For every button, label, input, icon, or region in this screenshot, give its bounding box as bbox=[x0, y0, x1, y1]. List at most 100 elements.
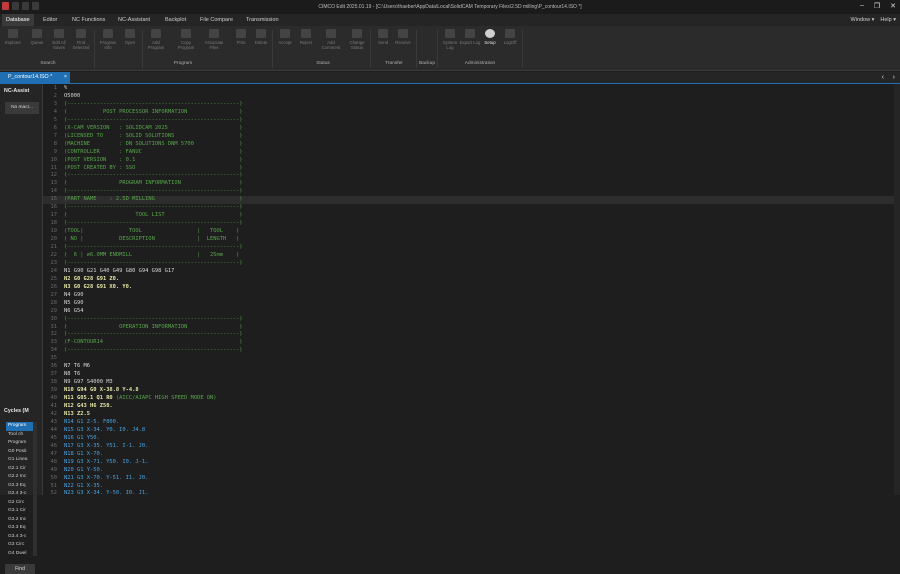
code-line[interactable]: 25 N2 G0 G28 G91 Z0. bbox=[43, 276, 900, 284]
code-line[interactable]: 52 N23 G3 X-34. Y-50. I0. J1. bbox=[43, 490, 900, 495]
cycle-item[interactable]: G2.4 3-c bbox=[6, 490, 36, 499]
add-program-button[interactable]: Add Program bbox=[145, 29, 167, 50]
window-menu[interactable]: Window ▾ bbox=[851, 14, 875, 26]
cycle-item[interactable]: G3.3 Eq bbox=[6, 524, 36, 533]
cycles-scrollbar[interactable] bbox=[33, 422, 37, 556]
code-line[interactable]: 50 N21 G3 X-70. Y-51. I1. J0. bbox=[43, 475, 900, 483]
code-line[interactable]: 18 (-------------------------------------… bbox=[43, 220, 900, 228]
explorer-button[interactable]: Explorer bbox=[2, 29, 24, 45]
code-line[interactable]: 22 ( 6 | ⌀6.0MM ENDMILL | 25mm ) bbox=[43, 252, 900, 260]
code-line[interactable]: 24 N1 G90 G21 G40 G49 G80 G94 G98 G17 bbox=[43, 268, 900, 276]
code-line[interactable]: 49 N20 G1 Y-50. bbox=[43, 467, 900, 475]
tab-editor[interactable]: Editor bbox=[39, 14, 61, 26]
copy-program-button[interactable]: Copy Program bbox=[175, 29, 197, 50]
code-line[interactable]: 41 N12 G43 H6 Z50. bbox=[43, 403, 900, 411]
code-line[interactable]: 5 (--------------------------------------… bbox=[43, 117, 900, 125]
associate-files-button[interactable]: Associate Files bbox=[203, 29, 225, 50]
code-line[interactable]: 19 (TOOL| TOOL | TOOL ) bbox=[43, 228, 900, 236]
cycle-item[interactable]: G0 Posit bbox=[6, 448, 36, 457]
cycle-item[interactable]: G2.2 Inc bbox=[6, 473, 36, 482]
cycle-item[interactable]: G3 Circ bbox=[6, 541, 36, 550]
code-line[interactable]: 15 (PART NAME : 2.5D MILLING ) bbox=[43, 196, 900, 205]
tab-database[interactable]: Database bbox=[2, 14, 34, 26]
code-line[interactable]: 51 N22 G1 X-35. bbox=[43, 483, 900, 491]
close-tab-icon[interactable]: × bbox=[64, 72, 67, 83]
delete-button[interactable]: Delete bbox=[250, 29, 272, 45]
code-editor[interactable]: 1% 2 O5000 3 (------------------------------… bbox=[43, 84, 900, 495]
scroll-left-icon[interactable]: ‹ bbox=[882, 72, 884, 83]
code-line[interactable]: 30 (-------------------------------------… bbox=[43, 316, 900, 324]
code-line[interactable]: 45 N16 G1 Y50. bbox=[43, 435, 900, 443]
cycle-item[interactable]: G2.1 Cir bbox=[6, 465, 36, 474]
code-line[interactable]: 9 (CONTROLLER : FANUC ) bbox=[43, 149, 900, 157]
code-line[interactable]: 10 (POST VERSION : 0.1 ) bbox=[43, 157, 900, 165]
queue-button[interactable]: Queue bbox=[26, 29, 48, 45]
accept-button[interactable]: Accept bbox=[274, 29, 296, 45]
code-line[interactable]: 16 (-------------------------------------… bbox=[43, 204, 900, 212]
tab-transmission[interactable]: Transmission bbox=[242, 14, 283, 26]
code-line[interactable]: 2 O5000 bbox=[43, 93, 900, 101]
tab-backplot[interactable]: Backplot bbox=[161, 14, 190, 26]
setup-button[interactable]: Setup bbox=[479, 29, 501, 45]
send-button[interactable]: Send bbox=[372, 29, 394, 45]
code-line[interactable]: 35 bbox=[43, 355, 900, 363]
code-line[interactable]: 27 N4 G90 bbox=[43, 292, 900, 300]
cycle-item[interactable]: G3.2 Inc bbox=[6, 516, 36, 525]
code-line[interactable]: 28 N5 G90 bbox=[43, 300, 900, 308]
add-comment-button[interactable]: Add Comment bbox=[320, 29, 342, 50]
system-log-button[interactable]: System Log bbox=[439, 29, 461, 50]
code-line[interactable]: 36 N7 T6 M6 bbox=[43, 363, 900, 371]
cycle-item[interactable]: G4 Dwel bbox=[6, 550, 36, 559]
code-line[interactable]: 33 (F-CONTOUR14 ) bbox=[43, 339, 900, 347]
cycle-item[interactable]: G3.4 3-c bbox=[6, 533, 36, 542]
code-line[interactable]: 17 ( TOOL LIST ) bbox=[43, 212, 900, 220]
code-line[interactable]: 21 (-------------------------------------… bbox=[43, 244, 900, 252]
code-line[interactable]: 6 (X-CAM VERSION : SOLIDCAM 2025 ) bbox=[43, 125, 900, 133]
code-line[interactable]: 48 N19 G3 X-71. Y50. I0. J-1. bbox=[43, 459, 900, 467]
code-line[interactable]: 38 N9 G97 S4000 M3 bbox=[43, 379, 900, 387]
close-button[interactable]: ✕ bbox=[890, 2, 896, 10]
code-line[interactable]: 26 N3 G0 G28 G91 X0. Y0. bbox=[43, 284, 900, 292]
find-button[interactable]: Find bbox=[5, 564, 35, 574]
tab-file-compare[interactable]: File Compare bbox=[196, 14, 237, 26]
reject-button[interactable]: Reject bbox=[295, 29, 317, 45]
cycle-item[interactable]: G1 Linea bbox=[6, 456, 36, 465]
open-button[interactable]: Open bbox=[119, 29, 141, 45]
document-tab[interactable]: P_contour14.ISO * × bbox=[0, 72, 70, 83]
print-button[interactable]: Print bbox=[230, 29, 252, 45]
help-menu[interactable]: Help ▾ bbox=[880, 14, 896, 26]
code-line[interactable]: 23 (-------------------------------------… bbox=[43, 260, 900, 268]
code-line[interactable]: 11 (POST CREATED BY : SSO ) bbox=[43, 165, 900, 173]
code-line[interactable]: 39 N10 G94 G0 X-38.8 Y-4.8 bbox=[43, 387, 900, 395]
cycle-item[interactable]: Program bbox=[6, 439, 36, 448]
code-line[interactable]: 40 N11 G05.1 Q1 R0 (AICC/AIAPC HIGH SPEED… bbox=[43, 395, 900, 403]
code-line[interactable]: 31 ( OPERATION INFORMATION ) bbox=[43, 324, 900, 332]
tab-nc-functions[interactable]: NC Functions bbox=[68, 14, 109, 26]
code-line[interactable]: 13 ( PROGRAM INFORMATION ) bbox=[43, 180, 900, 188]
maximize-button[interactable]: ❐ bbox=[874, 2, 880, 10]
change-status-button[interactable]: Change Status bbox=[346, 29, 368, 50]
editor-scrollbar[interactable] bbox=[894, 84, 900, 495]
receive-button[interactable]: Receive bbox=[392, 29, 414, 45]
code-line[interactable]: 37 N8 T6 bbox=[43, 371, 900, 379]
no-macros-button[interactable]: No macr... bbox=[5, 102, 39, 114]
code-line[interactable]: 47 N18 G1 X-70. bbox=[43, 451, 900, 459]
code-line[interactable]: 32 (-------------------------------------… bbox=[43, 331, 900, 339]
code-line[interactable]: 44 N15 G3 X-34. Y0. I0. J4.8 bbox=[43, 427, 900, 435]
code-line[interactable]: 14 (-------------------------------------… bbox=[43, 188, 900, 196]
cycle-item[interactable]: G2.3 Eq bbox=[6, 482, 36, 491]
code-line[interactable]: 8 (MACHINE : DN SOLUTIONS DNM 5700 ) bbox=[43, 141, 900, 149]
code-line[interactable]: 1% bbox=[43, 85, 900, 93]
edit-all-saves-button[interactable]: Edit All Saves bbox=[48, 29, 70, 50]
code-line[interactable]: 43 N14 G1 Z-5. F800. bbox=[43, 419, 900, 427]
cycle-item[interactable]: Tool ch bbox=[6, 431, 36, 440]
cycle-item[interactable]: G3.1 Cir bbox=[6, 507, 36, 516]
code-line[interactable]: 29 N6 G54 bbox=[43, 308, 900, 316]
code-line[interactable]: 7 (LICENSED TO : SOLID SOLUTIONS ) bbox=[43, 133, 900, 141]
cycle-item[interactable]: G2 Circ bbox=[6, 499, 36, 508]
tab-nc-assistant[interactable]: NC-Assistant bbox=[114, 14, 154, 26]
minimize-button[interactable]: – bbox=[860, 2, 864, 10]
code-line[interactable]: 3 (--------------------------------------… bbox=[43, 101, 900, 109]
export-log-button[interactable]: Export Log bbox=[459, 29, 481, 45]
program-info-button[interactable]: Program Info bbox=[97, 29, 119, 50]
